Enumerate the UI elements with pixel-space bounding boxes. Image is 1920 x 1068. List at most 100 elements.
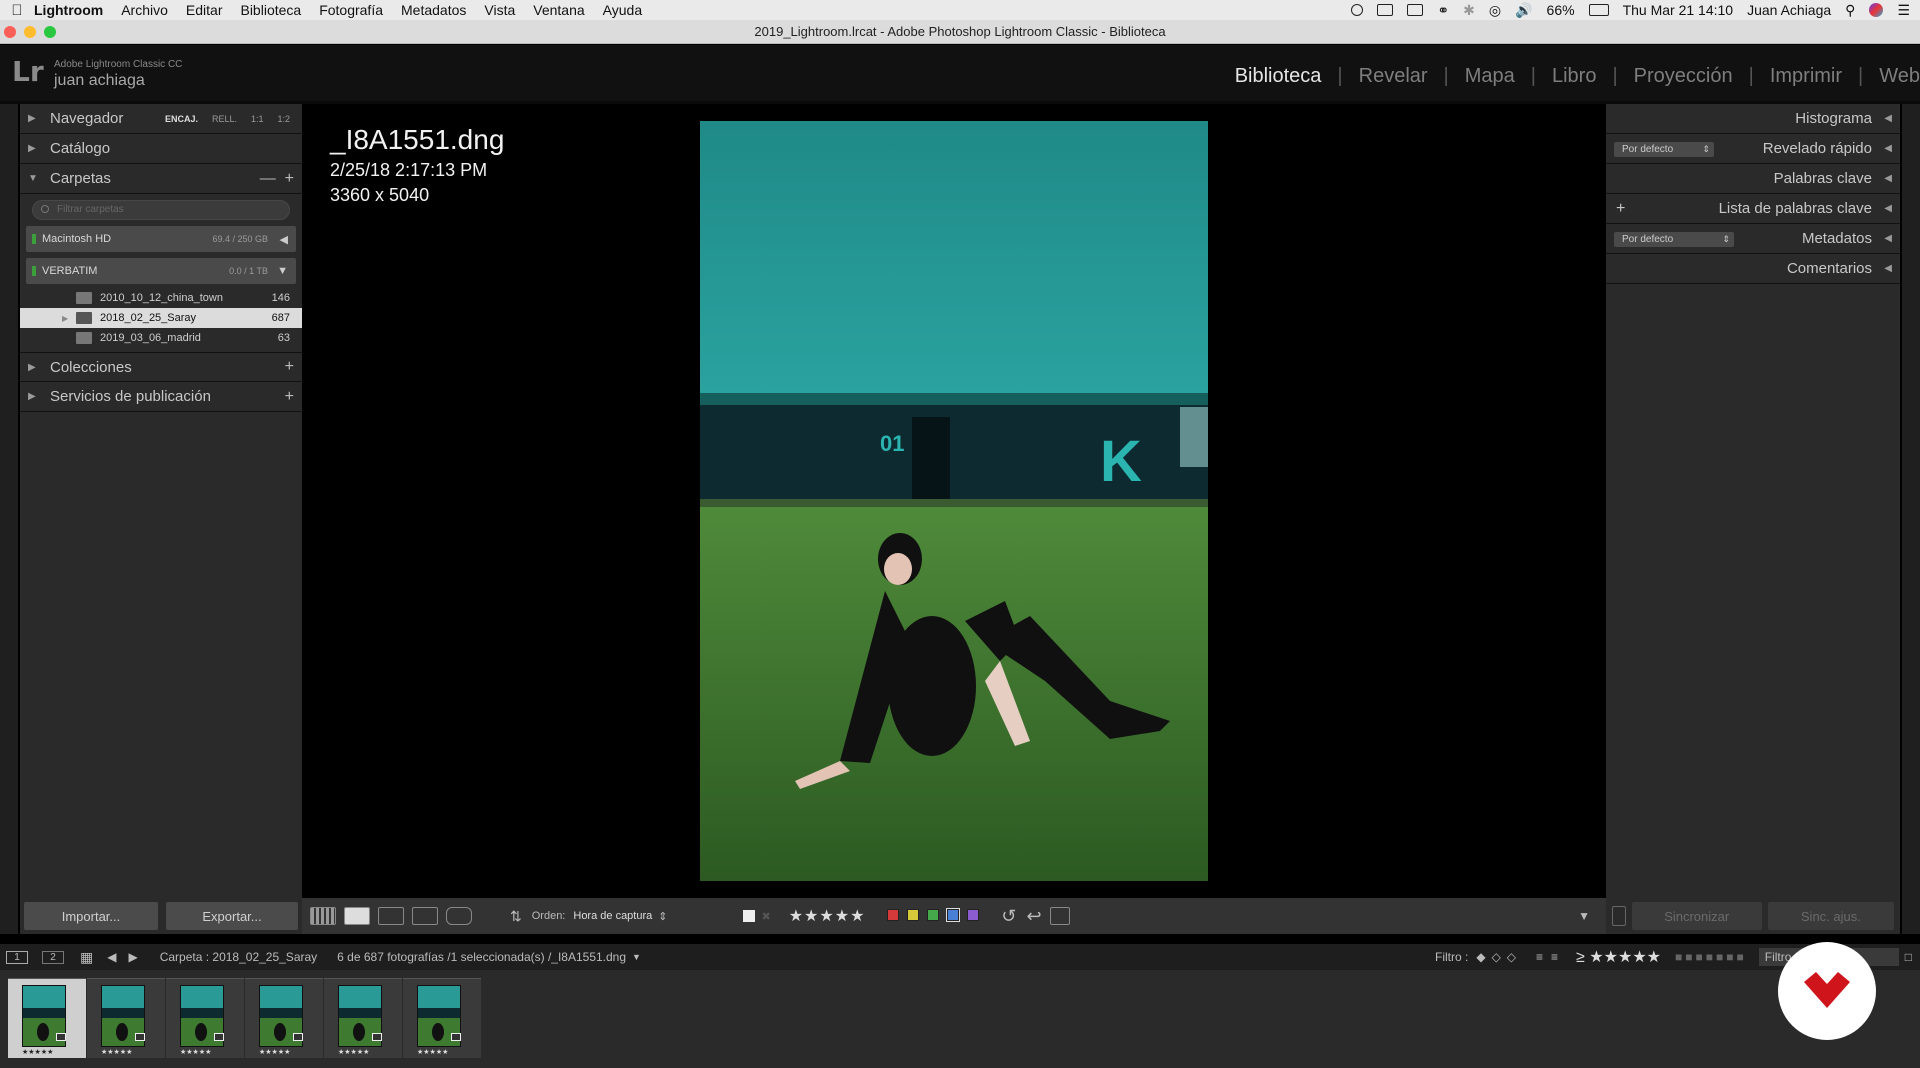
color-label-green[interactable]: [927, 908, 940, 921]
publish-services-header[interactable]: ▶ Servicios de publicación +: [20, 382, 302, 412]
histogram-header[interactable]: Histograma ◀: [1606, 104, 1900, 134]
navigator-header[interactable]: ▶ Navegador ENCAJ. RELL. 1:1 1:2: [20, 104, 302, 134]
flag-filter-icons[interactable]: ◆◇◇: [1476, 950, 1522, 964]
menu-ventana[interactable]: Ventana: [533, 2, 584, 18]
sync-settings-button[interactable]: Sinc. ajus.: [1767, 902, 1894, 930]
filmstrip-thumbnail[interactable]: ★★★★★: [324, 978, 402, 1058]
expand-triangle-icon[interactable]: ▶: [62, 314, 68, 323]
color-label-yellow[interactable]: [907, 908, 920, 921]
keyword-list-header[interactable]: + Lista de palabras clave ◀: [1606, 194, 1900, 224]
grid-icon[interactable]: ▦: [80, 949, 93, 966]
import-button[interactable]: Importar...: [24, 902, 158, 930]
menu-biblioteca[interactable]: Biblioteca: [240, 2, 301, 18]
toolbar-options-icon[interactable]: ▼: [1578, 909, 1590, 923]
notification-center-icon[interactable]: ☰: [1897, 2, 1910, 19]
rotate-left-icon[interactable]: ↺: [1001, 906, 1016, 927]
wifi-icon[interactable]: ◎: [1489, 2, 1501, 19]
menu-ayuda[interactable]: Ayuda: [603, 2, 642, 18]
folder-filter-input[interactable]: Filtrar carpetas: [32, 200, 290, 220]
screen-1-button[interactable]: 1: [6, 950, 28, 964]
zoom-fill[interactable]: RELL.: [212, 114, 237, 124]
sync-button[interactable]: Sincronizar: [1631, 902, 1762, 930]
siri-icon[interactable]: [1869, 3, 1884, 17]
collapse-arrow-icon[interactable]: ◀: [280, 233, 288, 246]
filmstrip-thumbnail[interactable]: ★★★★★: [166, 978, 244, 1058]
module-proyeccion[interactable]: Proyección: [1618, 65, 1749, 88]
auto-sync-switch[interactable]: [1612, 906, 1626, 926]
flag-reject-icon[interactable]: ✖: [761, 910, 770, 923]
menu-fotografia[interactable]: Fotografía: [319, 2, 383, 18]
loupe-view-icon[interactable]: [344, 907, 370, 925]
screen-2-button[interactable]: 2: [42, 950, 64, 964]
quick-develop-preset-select[interactable]: Por defecto: [1614, 142, 1714, 157]
crop-overlay-icon[interactable]: [1049, 907, 1070, 925]
spotlight-search-icon[interactable]: ⚲: [1845, 2, 1855, 19]
clock[interactable]: Thu Mar 21 14:10: [1623, 2, 1734, 18]
color-label-red[interactable]: [887, 908, 900, 921]
volume-icon[interactable]: 🔊: [1515, 2, 1532, 19]
add-publish-service-icon[interactable]: +: [285, 388, 294, 406]
module-web[interactable]: Web: [1863, 65, 1920, 88]
zoom-1-1[interactable]: 1:1: [251, 114, 264, 124]
module-imprimir[interactable]: Imprimir: [1754, 65, 1858, 88]
metadata-header[interactable]: Por defecto Metadatos ◀: [1606, 224, 1900, 254]
add-collection-icon[interactable]: +: [285, 358, 294, 376]
flag-pick-icon[interactable]: [743, 910, 756, 922]
folder-item-selected[interactable]: ▶ 2018_02_25_Saray 687: [20, 308, 302, 328]
edit-filter-icons[interactable]: ≡≡: [1536, 950, 1566, 964]
color-label-blue[interactable]: [946, 907, 961, 922]
volume-macintosh-hd[interactable]: Macintosh HD 69.4 / 250 GB ◀: [26, 226, 296, 252]
metadata-preset-select[interactable]: Por defecto: [1614, 232, 1734, 247]
menu-metadatos[interactable]: Metadatos: [401, 2, 466, 18]
user-name[interactable]: Juan Achiaga: [1747, 2, 1831, 18]
main-photo[interactable]: 01 K: [700, 121, 1208, 881]
menu-app[interactable]: Lightroom: [34, 2, 103, 18]
folder-item[interactable]: 2019_03_06_madrid 63: [20, 328, 302, 348]
collections-header[interactable]: ▶ Colecciones +: [20, 352, 302, 382]
module-revelar[interactable]: Revelar: [1343, 65, 1444, 88]
remove-folder-icon[interactable]: —: [260, 170, 276, 187]
folders-header[interactable]: ▼ Carpetas — +: [20, 164, 302, 194]
compare-view-icon[interactable]: [378, 907, 404, 925]
filmstrip-source[interactable]: Carpeta : 2018_02_25_Saray: [160, 950, 317, 964]
folder-item[interactable]: 2010_10_12_china_town 146: [20, 288, 302, 308]
people-view-icon[interactable]: [446, 907, 472, 925]
airplay-icon[interactable]: [1407, 4, 1424, 16]
rating-filter[interactable]: ≥ ★★★★★: [1576, 947, 1661, 967]
zoom-fit[interactable]: ENCAJ.: [165, 114, 198, 124]
record-icon[interactable]: [1351, 4, 1364, 16]
filmstrip-count[interactable]: 6 de 687 fotografías /1 seleccionada(s) …: [337, 950, 626, 964]
add-keyword-icon[interactable]: +: [1616, 200, 1625, 218]
quick-develop-header[interactable]: Por defecto Revelado rápido ◀: [1606, 134, 1900, 164]
filmstrip-thumbnail[interactable]: ★★★★★: [87, 978, 165, 1058]
export-button[interactable]: Exportar...: [166, 902, 298, 930]
catalog-header[interactable]: ▶ Catálogo: [20, 134, 302, 164]
filter-lock-icon[interactable]: □: [1905, 950, 1912, 964]
left-panel-toggle[interactable]: [0, 104, 18, 934]
back-arrow-icon[interactable]: ◀: [107, 950, 116, 964]
source-dropdown-icon[interactable]: ▼: [632, 952, 641, 962]
apple-icon[interactable]: : [0, 2, 34, 19]
right-panel-toggle[interactable]: [1902, 104, 1920, 934]
color-label-purple[interactable]: [967, 908, 980, 921]
menu-vista[interactable]: Vista: [484, 2, 515, 18]
forward-arrow-icon[interactable]: ▶: [128, 950, 137, 964]
battery-icon[interactable]: [1588, 4, 1609, 16]
display-icon[interactable]: [1377, 4, 1394, 16]
sort-select[interactable]: Hora de captura: [573, 910, 652, 922]
creative-cloud-icon[interactable]: ⚭: [1437, 2, 1449, 19]
expand-arrow-icon[interactable]: ▼: [277, 265, 288, 277]
rating-stars[interactable]: ★★★★★: [789, 906, 866, 926]
sort-direction-icon[interactable]: ⇅: [510, 908, 522, 925]
filmstrip-thumbnail[interactable]: ★★★★★: [245, 978, 323, 1058]
keywording-header[interactable]: Palabras clave ◀: [1606, 164, 1900, 194]
volume-verbatim[interactable]: VERBATIM 0.0 / 1 TB ▼: [26, 258, 296, 284]
sort-dropdown-icon[interactable]: ⇕: [658, 910, 667, 923]
menu-editar[interactable]: Editar: [186, 2, 223, 18]
module-mapa[interactable]: Mapa: [1449, 65, 1531, 88]
filmstrip-thumbnail[interactable]: ★★★★★: [403, 978, 481, 1058]
zoom-1-2[interactable]: 1:2: [278, 114, 291, 124]
survey-view-icon[interactable]: [412, 907, 438, 925]
filmstrip-thumbnail[interactable]: ★★★★★: [8, 978, 86, 1058]
module-libro[interactable]: Libro: [1536, 65, 1612, 88]
